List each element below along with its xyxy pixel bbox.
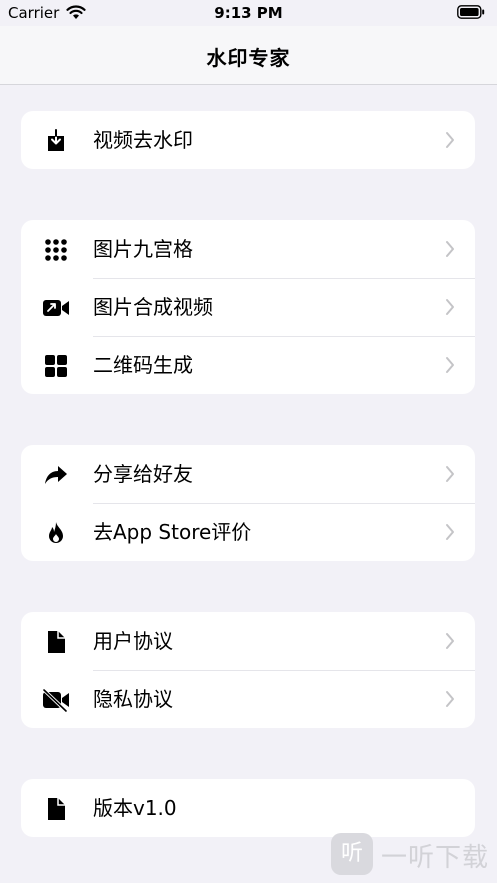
document-icon — [48, 798, 65, 820]
watermark-text: 一听下载 — [381, 843, 490, 873]
row-qrcode-generate[interactable]: 二维码生成 — [21, 336, 475, 394]
watermark-badge: 听 — [331, 833, 373, 875]
flame-icon — [49, 522, 63, 543]
row-video-remove-watermark[interactable]: 视频去水印 — [21, 111, 475, 169]
row-image-grid[interactable]: 图片九宫格 — [21, 220, 475, 278]
group-version: 版本v1.0 — [21, 779, 475, 837]
chevron-right-icon — [446, 357, 454, 373]
row-share-friends[interactable]: 分享给好友 — [21, 445, 475, 503]
document-icon — [48, 631, 65, 653]
row-label: 图片合成视频 — [93, 295, 213, 319]
chevron-right-icon — [446, 299, 454, 315]
chevron-right-icon — [446, 633, 454, 649]
row-label: 视频去水印 — [93, 128, 193, 152]
group-agreements: 用户协议 隐私协议 — [21, 612, 475, 728]
watermark: 听 一听下载 — [331, 831, 491, 877]
row-label: 二维码生成 — [93, 353, 193, 377]
row-image-to-video[interactable]: 图片合成视频 — [21, 278, 475, 336]
row-rate-app-store[interactable]: 去App Store评价 — [21, 503, 475, 561]
group-image-tools: 图片九宫格 图片合成视频 二维码生成 — [21, 220, 475, 394]
status-bar: Carrier 9:13 PM — [0, 0, 497, 26]
video-camera-icon — [43, 300, 69, 316]
row-label: 用户协议 — [93, 629, 173, 653]
row-label: 版本v1.0 — [93, 796, 177, 820]
row-version[interactable]: 版本v1.0 — [21, 779, 475, 837]
group-watermark: 视频去水印 — [21, 111, 475, 169]
row-label: 去App Store评价 — [93, 520, 252, 544]
row-label: 分享给好友 — [93, 462, 193, 486]
row-label: 隐私协议 — [93, 687, 173, 711]
grid-dots-icon — [45, 239, 67, 261]
four-squares-icon — [45, 355, 67, 377]
chevron-right-icon — [446, 241, 454, 257]
share-arrow-icon — [45, 466, 67, 484]
status-time: 9:13 PM — [214, 4, 283, 22]
page-title: 水印专家 — [206, 46, 291, 70]
chevron-right-icon — [446, 132, 454, 148]
chevron-right-icon — [446, 691, 454, 707]
row-label: 图片九宫格 — [93, 237, 193, 261]
chevron-right-icon — [446, 524, 454, 540]
row-privacy-agreement[interactable]: 隐私协议 — [21, 670, 475, 728]
battery-icon — [457, 5, 485, 19]
group-share: 分享给好友 去App Store评价 — [21, 445, 475, 561]
video-slash-icon — [42, 688, 69, 712]
chevron-right-icon — [446, 466, 454, 482]
download-box-icon — [48, 129, 64, 151]
navigation-bar: 水印专家 — [0, 26, 497, 85]
row-user-agreement[interactable]: 用户协议 — [21, 612, 475, 670]
